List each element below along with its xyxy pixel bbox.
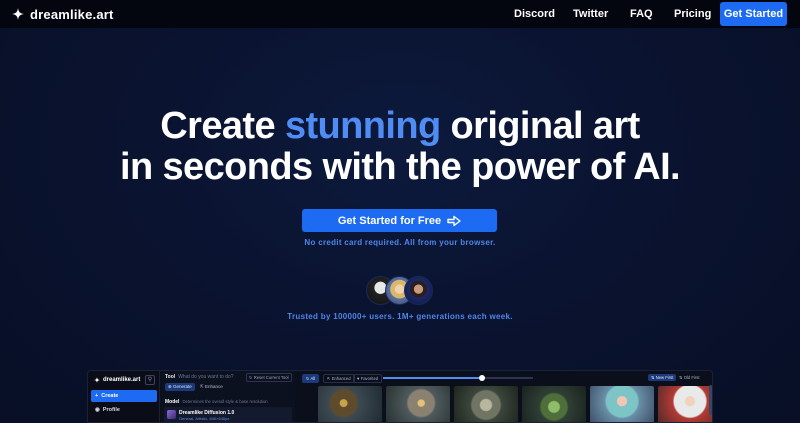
sidebar-item-label: Create — [101, 393, 119, 399]
gallery-thumbnail[interactable] — [590, 386, 654, 422]
gallery-thumbnail[interactable] — [658, 386, 712, 422]
get-started-button[interactable]: Get Started — [720, 2, 787, 26]
enhance-label: Enhance — [205, 384, 223, 389]
user-circle-icon: ◉ — [95, 407, 100, 413]
pin-icon[interactable]: ⚲ — [145, 375, 155, 385]
gallery-thumbnail[interactable] — [318, 386, 382, 422]
brand-logo[interactable]: dreamlike.art — [12, 7, 114, 22]
headline-pre: Create — [160, 105, 285, 147]
filter-enhanced[interactable]: ⇱ Enhanced — [323, 374, 355, 383]
preview-sidebar: dreamlike.art ⚲ + Create ◉ Profile — [88, 371, 160, 422]
slider-handle[interactable] — [479, 375, 485, 381]
sidebar-item-label: Profile — [102, 407, 120, 413]
filter-favorited[interactable]: ♥ Favorited — [353, 374, 383, 383]
headline-line-2: in seconds with the power of AI. — [120, 146, 681, 188]
filter-all[interactable]: ↻ All — [302, 374, 320, 383]
generate-label: Generate — [173, 384, 192, 389]
sort-old-first[interactable]: ⇅ Old First — [676, 374, 703, 381]
filter-label: Enhanced — [331, 376, 351, 381]
sort-label: New First — [655, 375, 674, 380]
enhance-tab[interactable]: ⇱ Enhance — [197, 383, 226, 391]
app-preview: dreamlike.art ⚲ + Create ◉ Profile Tool W… — [87, 370, 713, 423]
trust-statement: Trusted by 100000+ users. 1M+ generation… — [287, 312, 513, 321]
gallery-scrollbar[interactable] — [709, 385, 712, 415]
model-label: Model — [165, 399, 180, 405]
user-avatars — [366, 276, 434, 306]
headline-post: original art — [440, 105, 641, 147]
model-thumbnail — [167, 410, 176, 419]
arrow-right-icon — [447, 215, 461, 226]
tool-heading: Tool What do you want to do? — [165, 374, 234, 380]
gallery-thumbnail[interactable] — [454, 386, 518, 422]
sparkle-icon — [94, 377, 100, 383]
plus-icon: + — [95, 393, 99, 399]
hero-headline: Create stunning original art in seconds … — [0, 106, 800, 188]
slider-fill — [383, 377, 482, 379]
model-subtitle: General, Artistic, 640×640px — [179, 416, 230, 421]
model-description: Determines the overall style & base reso… — [182, 399, 268, 404]
reset-tool-button[interactable]: ↻ Reset Current Tool — [246, 373, 292, 382]
reset-label: Reset Current Tool — [253, 375, 289, 380]
nav-link-twitter[interactable]: Twitter — [573, 8, 608, 20]
sidebar-item-profile[interactable]: ◉ Profile — [95, 407, 120, 413]
nav-link-pricing[interactable]: Pricing — [674, 8, 711, 20]
headline-accent: stunning — [284, 105, 441, 147]
preview-tool-panel: Tool What do you want to do? ↻ Reset Curr… — [161, 371, 295, 422]
preview-brand-name: dreamlike.art — [103, 377, 141, 383]
tool-label: Tool — [165, 374, 176, 380]
sort-label: Old First — [683, 375, 700, 380]
filter-label: Favorited — [360, 376, 379, 381]
gallery-thumbnail[interactable] — [522, 386, 586, 422]
sort-new-first[interactable]: ⇅ New First — [648, 374, 677, 381]
generate-tab[interactable]: ⊕ Generate — [165, 383, 195, 391]
tool-question: What do you want to do? — [178, 374, 234, 380]
filter-label: All — [310, 376, 316, 381]
sparkle-icon — [12, 8, 24, 20]
hero-cta-label: Get Started for Free — [337, 214, 442, 227]
sidebar-item-create[interactable]: + Create — [91, 390, 157, 402]
model-heading: Model Determines the overall style & base… — [165, 399, 268, 405]
avatar — [404, 276, 433, 305]
gallery-thumbnail[interactable] — [386, 386, 450, 422]
get-started-free-button[interactable]: Get Started for Free — [302, 209, 497, 232]
thumbnail-size-slider[interactable] — [383, 375, 533, 381]
preview-brand: dreamlike.art — [94, 377, 140, 383]
preview-gallery: ↻ All ⇱ Enhanced ♥ Favorited ⇅ New First… — [298, 371, 712, 422]
nav-link-discord[interactable]: Discord — [514, 8, 555, 20]
nav-link-faq[interactable]: FAQ — [630, 8, 653, 20]
model-selector[interactable]: Dreamlike Diffusion 1.0 General, Artisti… — [164, 407, 292, 422]
top-nav: dreamlike.art Discord Twitter FAQ Pricin… — [0, 0, 800, 28]
no-credit-card-note: No credit card required. All from your b… — [304, 238, 496, 247]
brand-name: dreamlike.art — [30, 6, 114, 22]
